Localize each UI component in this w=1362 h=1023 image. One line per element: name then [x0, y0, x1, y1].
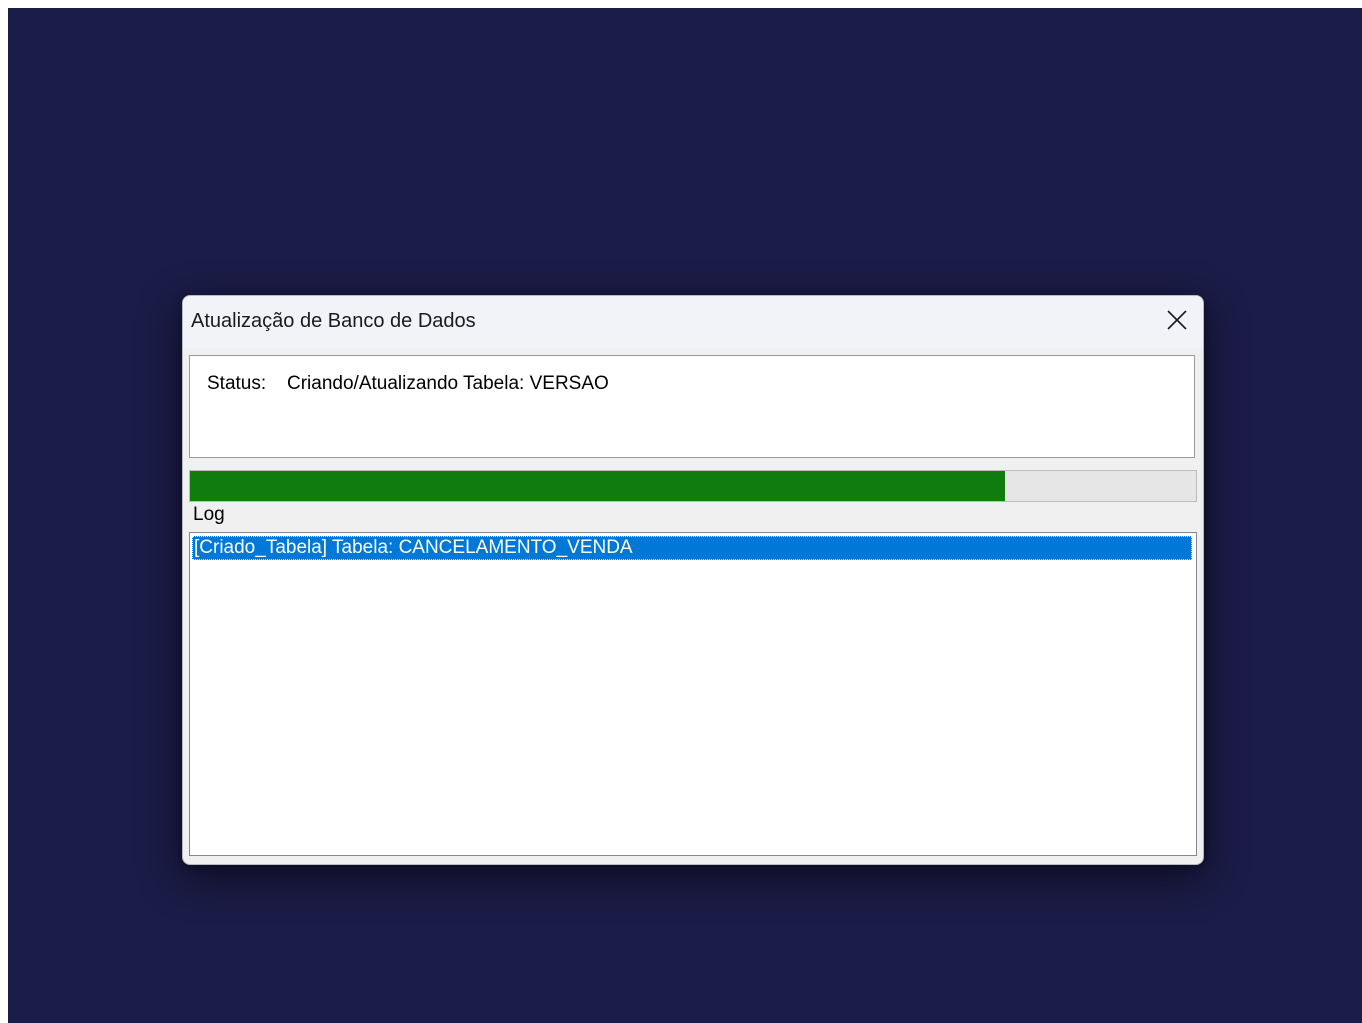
close-button[interactable]: [1157, 302, 1197, 338]
title-bar[interactable]: Atualização de Banco de Dados: [183, 296, 1203, 348]
desktop-background: Atualização de Banco de Dados Status: Cr…: [8, 8, 1362, 1023]
status-label: Status:: [207, 373, 267, 394]
database-update-dialog: Atualização de Banco de Dados Status: Cr…: [182, 295, 1204, 865]
progress-bar: [189, 470, 1197, 502]
progress-bar-fill: [190, 471, 1005, 501]
log-list-item[interactable]: [Criado_Tabela] Tabela: CANCELAMENTO_VEN…: [192, 536, 1192, 560]
close-icon: [1167, 310, 1187, 330]
status-panel: Status: Criando/Atualizando Tabela: VERS…: [189, 355, 1195, 458]
log-list[interactable]: [Criado_Tabela] Tabela: CANCELAMENTO_VEN…: [189, 532, 1197, 856]
status-value: Criando/Atualizando Tabela: VERSAO: [287, 373, 609, 394]
log-label: Log: [193, 504, 225, 525]
window-title: Atualização de Banco de Dados: [191, 310, 476, 332]
